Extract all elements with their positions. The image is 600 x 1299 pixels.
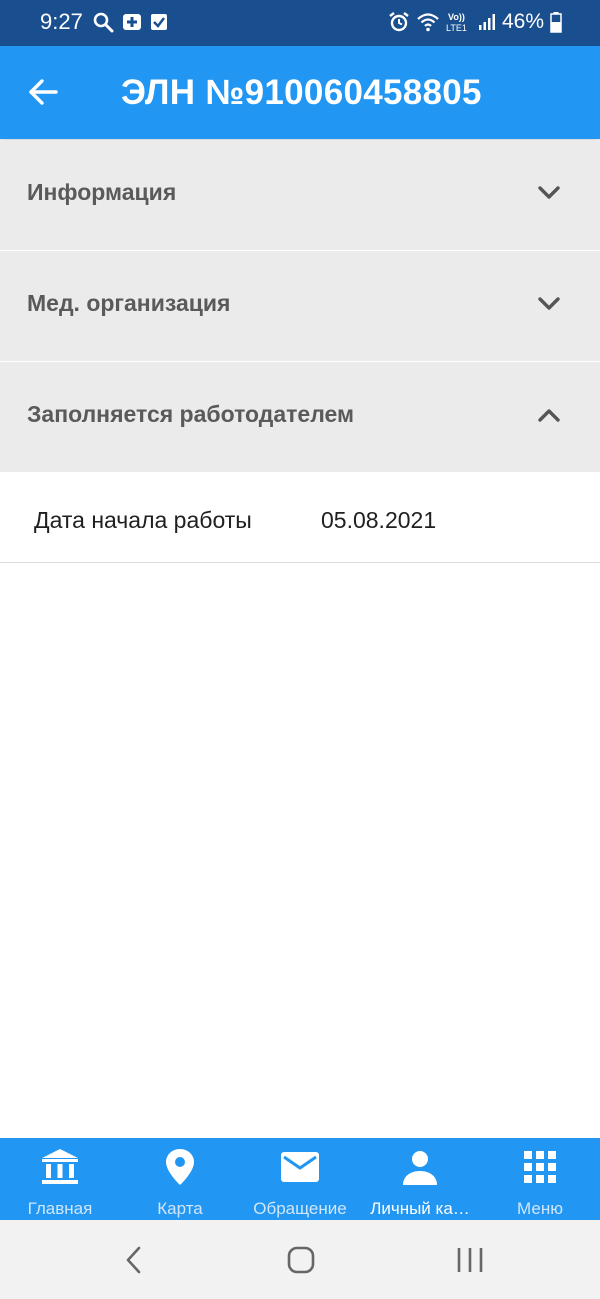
- person-icon: [403, 1151, 437, 1185]
- field-label: Дата начала работы: [34, 507, 252, 533]
- check-box-icon: [151, 14, 167, 30]
- nav-label: Главная: [27, 1199, 93, 1218]
- svg-text:Vo)): Vo)): [448, 12, 465, 22]
- bank-icon: [42, 1149, 78, 1184]
- back-icon: [126, 1246, 141, 1274]
- page-title: ЭЛН №910060458805: [121, 73, 482, 112]
- chevron-down-icon: [538, 297, 560, 310]
- signal-icon: [478, 14, 495, 30]
- section-label: Заполняется работодателем: [27, 401, 355, 427]
- system-nav-bar: [0, 1220, 600, 1299]
- nav-label: Меню: [517, 1199, 563, 1218]
- chevron-down-icon: [538, 186, 560, 199]
- bottom-nav: Главная Карта Обращение Личный ка… Меню: [0, 1138, 600, 1220]
- alarm-icon: [389, 12, 409, 32]
- nav-label: Обращение: [253, 1199, 347, 1218]
- system-recent-apps-button[interactable]: [450, 1242, 490, 1278]
- arrow-left-icon: [29, 79, 58, 105]
- status-right-icons: Vo)) LTE1 46%: [388, 10, 562, 34]
- section-employer[interactable]: Заполняется работодателем: [0, 362, 600, 472]
- nav-item-appeal[interactable]: Обращение: [240, 1138, 360, 1220]
- chevron-up-icon: [538, 409, 560, 422]
- back-button[interactable]: [22, 70, 66, 114]
- section-label: Информация: [27, 179, 177, 205]
- battery-icon: [550, 12, 562, 33]
- nav-item-map[interactable]: Карта: [120, 1138, 240, 1220]
- section-med-organization[interactable]: Мед. организация: [0, 251, 600, 361]
- field-value: 05.08.2021: [321, 507, 437, 533]
- wifi-icon: [417, 13, 439, 32]
- svg-text:LTE1: LTE1: [446, 23, 467, 33]
- system-back-button[interactable]: [113, 1242, 153, 1278]
- section-information[interactable]: Информация: [0, 140, 600, 250]
- map-pin-icon: [166, 1149, 194, 1185]
- battery-percent: 46%: [501, 10, 544, 33]
- nav-item-personal-account[interactable]: Личный ка…: [360, 1138, 480, 1220]
- section-label: Мед. организация: [27, 290, 231, 316]
- nav-label: Личный ка…: [370, 1199, 470, 1218]
- nav-item-menu[interactable]: Меню: [480, 1138, 600, 1220]
- volte-icon: Vo)) LTE1: [446, 12, 467, 33]
- home-icon: [287, 1246, 315, 1274]
- status-time: 9:27: [40, 9, 83, 34]
- status-bar: 9:27 Vo)) LTE1 46%: [0, 0, 600, 46]
- grid-icon: [524, 1151, 556, 1183]
- system-home-button[interactable]: [281, 1242, 321, 1278]
- mail-icon: [281, 1152, 319, 1182]
- search-icon: [93, 12, 114, 33]
- recent-apps-icon: [457, 1248, 483, 1272]
- app-bar: ЭЛН №910060458805: [0, 46, 600, 139]
- plus-box-icon: [123, 14, 141, 30]
- nav-item-home[interactable]: Главная: [0, 1138, 120, 1220]
- field-row-start-date: Дата начала работы 05.08.2021: [0, 472, 600, 563]
- nav-label: Карта: [157, 1199, 203, 1218]
- status-left-icons: [92, 11, 168, 33]
